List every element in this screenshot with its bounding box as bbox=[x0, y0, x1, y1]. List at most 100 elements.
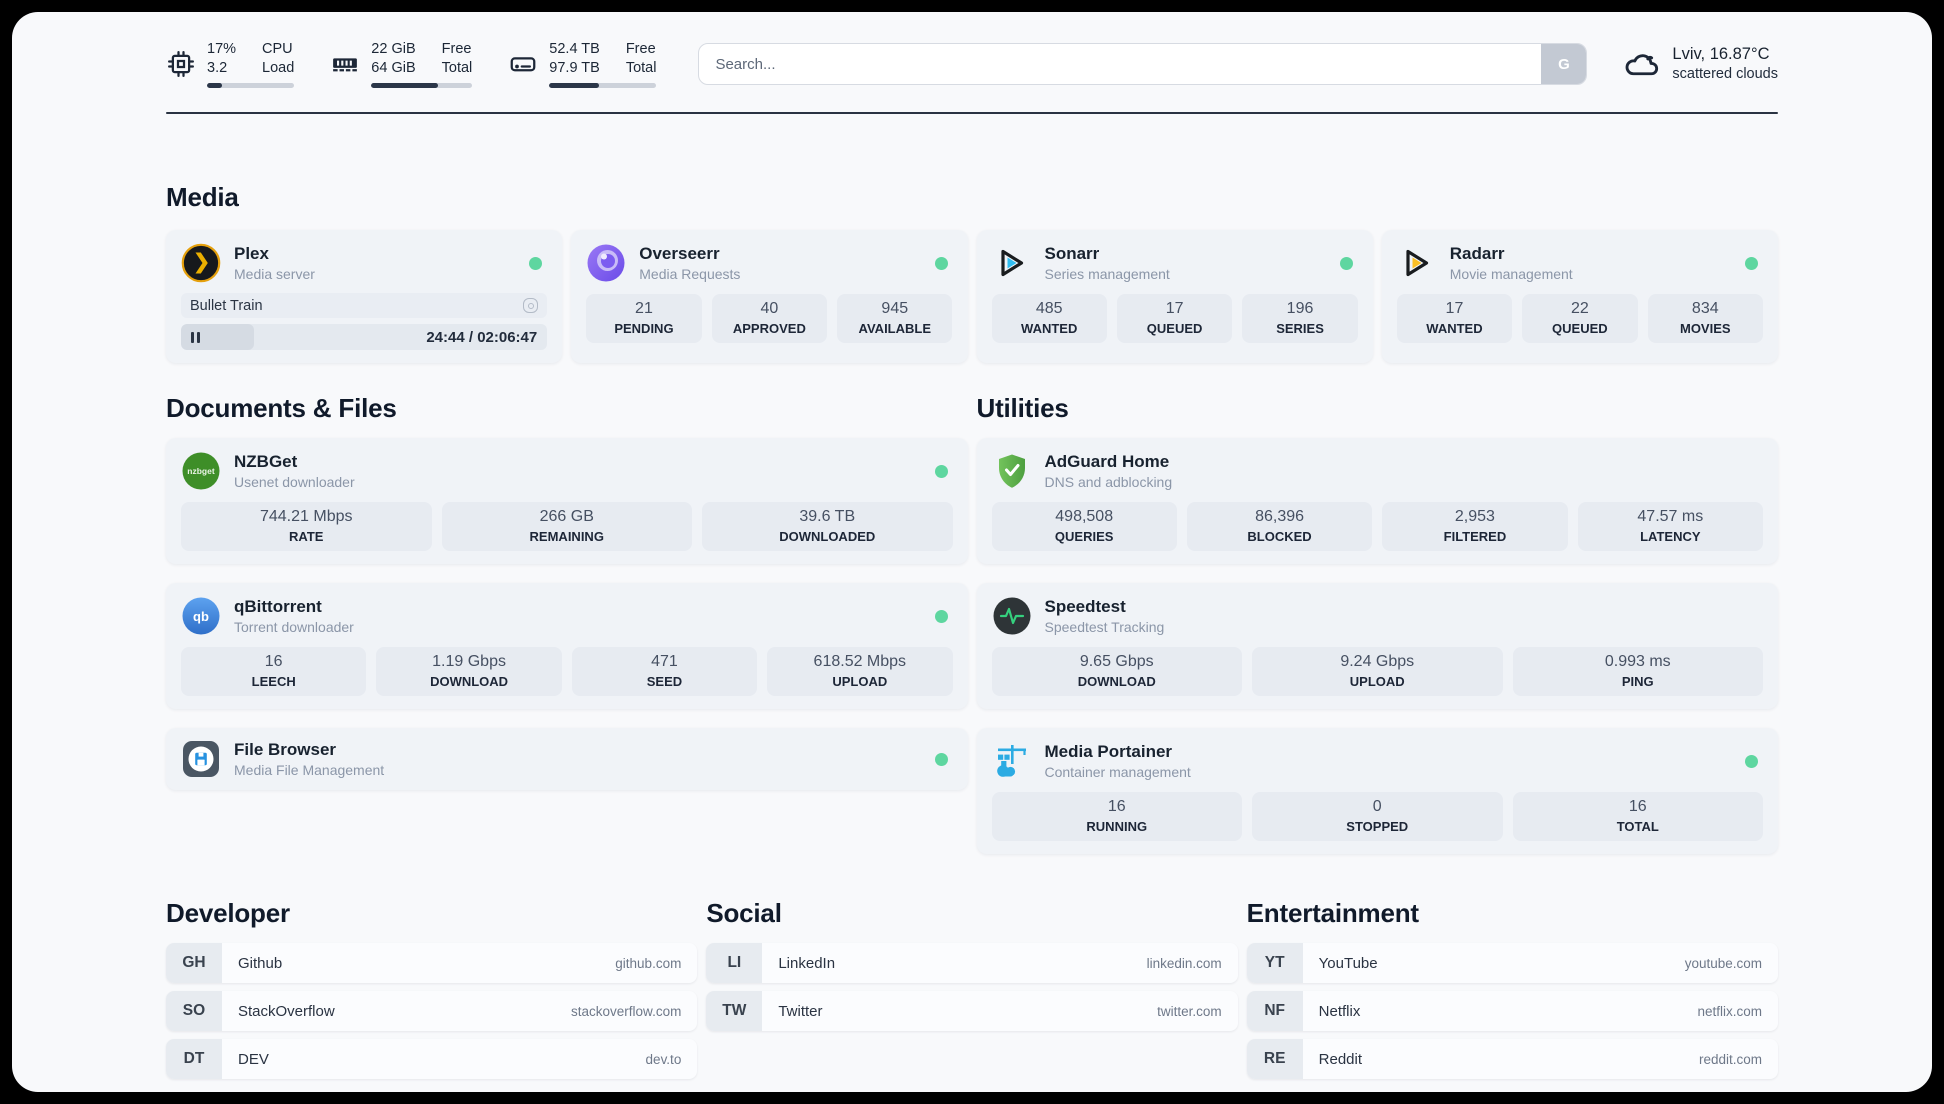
bookmark-name: Github bbox=[238, 954, 283, 972]
app-description: Usenet downloader bbox=[234, 474, 355, 490]
stat-running: 16 RUNNING bbox=[991, 792, 1242, 841]
bookmark-name: YouTube bbox=[1318, 954, 1378, 972]
documents-section-title: Documents & Files bbox=[166, 393, 397, 423]
stat-downloaded: 39.6 TB DOWNLOADED bbox=[702, 502, 953, 551]
memory-progress-bar bbox=[371, 83, 473, 88]
stat-upload: 9.24 Gbps UPLOAD bbox=[1252, 647, 1503, 696]
cpu-usage-label: CPU bbox=[262, 41, 293, 57]
qbittorrent-icon: qb bbox=[181, 596, 221, 636]
disk-free-label: Free bbox=[625, 41, 656, 57]
cpu-stat: 17% 3.2 CPU Load bbox=[166, 40, 295, 88]
bookmark-youtube[interactable]: YT YouTube youtube.com bbox=[1246, 943, 1778, 983]
stat-pending: 21 PENDING bbox=[586, 294, 702, 343]
portainer-icon bbox=[992, 741, 1032, 781]
stat-download: 1.19 Gbps DOWNLOAD bbox=[376, 647, 562, 696]
app-card-overseerr[interactable]: Overseerr Media Requests 21 PENDING 40 A… bbox=[571, 230, 968, 363]
bookmark-name: Reddit bbox=[1318, 1050, 1363, 1068]
cpu-icon bbox=[166, 49, 196, 79]
disk-free-value: 52.4 TB bbox=[549, 41, 600, 57]
app-description: Container management bbox=[1044, 764, 1191, 780]
app-card-adguard[interactable]: AdGuard Home DNS and adblocking 498,508 … bbox=[976, 438, 1778, 564]
cpu-load-label: Load bbox=[262, 60, 295, 76]
bookmark-reddit[interactable]: RE Reddit reddit.com bbox=[1246, 1039, 1778, 1079]
weather-summary: Lviv, 16.87°C bbox=[1672, 45, 1770, 63]
bookmark-abbr: YT bbox=[1246, 943, 1303, 983]
app-card-filebrowser[interactable]: File Browser Media File Management bbox=[166, 728, 968, 790]
stat-available: 945 AVAILABLE bbox=[837, 294, 953, 343]
search-bar: G bbox=[698, 43, 1588, 85]
stat-filtered: 2,953 FILTERED bbox=[1382, 502, 1568, 551]
stat-wanted: 17 WANTED bbox=[1396, 294, 1513, 343]
bookmark-abbr: TW bbox=[706, 991, 763, 1031]
memory-free-value: 22 GiB bbox=[371, 41, 416, 57]
pause-icon bbox=[191, 331, 200, 343]
app-description: Media File Management bbox=[234, 762, 385, 778]
bookmark-twitter[interactable]: TW Twitter twitter.com bbox=[706, 991, 1238, 1031]
bookmark-url: netflix.com bbox=[1697, 1003, 1762, 1019]
memory-free-label: Free bbox=[441, 41, 472, 57]
section-utilities: Utilities AdGuard Home DNS and adblockin… bbox=[976, 393, 1778, 854]
search-button[interactable]: G bbox=[1541, 44, 1587, 84]
app-card-qbittorrent[interactable]: qb qBittorrent Torrent downloader 16 LEE… bbox=[166, 583, 968, 709]
entertainment-section-title: Entertainment bbox=[1246, 898, 1419, 928]
bookmark-stackoverflow[interactable]: SO StackOverflow stackoverflow.com bbox=[166, 991, 698, 1031]
bookmark-name: StackOverflow bbox=[238, 1002, 335, 1020]
app-description: Series management bbox=[1044, 266, 1170, 282]
stat-total: 16 TOTAL bbox=[1512, 792, 1763, 841]
system-stats: 17% 3.2 CPU Load 22 GiB 64 GiB Free Tota… bbox=[166, 40, 657, 88]
disk-total-label: Total bbox=[625, 60, 657, 76]
app-card-speedtest[interactable]: Speedtest Speedtest Tracking 9.65 Gbps D… bbox=[976, 583, 1778, 709]
bookmark-url: github.com bbox=[615, 955, 682, 971]
header-divider bbox=[166, 112, 1778, 114]
app-name: Radarr bbox=[1449, 244, 1505, 263]
bookmark-github[interactable]: GH Github github.com bbox=[166, 943, 698, 983]
app-description: Media Requests bbox=[639, 266, 741, 282]
app-card-nzbget[interactable]: nzbget NZBGet Usenet downloader 744.21 M… bbox=[166, 438, 968, 564]
bookmark-abbr: SO bbox=[166, 991, 222, 1031]
stat-seed: 471 SEED bbox=[571, 647, 758, 696]
app-name: Speedtest bbox=[1044, 597, 1126, 616]
bookmark-url: twitter.com bbox=[1157, 1003, 1222, 1019]
now-playing-title: Bullet Train bbox=[190, 297, 263, 314]
playback-time: 24:44 / 02:06:47 bbox=[426, 328, 538, 346]
search-input[interactable] bbox=[698, 43, 1588, 85]
status-dot bbox=[529, 256, 543, 270]
status-dot bbox=[934, 752, 948, 766]
app-description: Speedtest Tracking bbox=[1044, 619, 1165, 635]
bookmark-linkedin[interactable]: LI LinkedIn linkedin.com bbox=[706, 943, 1238, 983]
app-name: qBittorrent bbox=[234, 597, 322, 616]
section-media: Media Plex Media server Bullet Train 24:… bbox=[166, 182, 1778, 363]
playback-progress-bar: 24:44 / 02:06:47 bbox=[181, 324, 548, 350]
stat-stopped: 0 STOPPED bbox=[1252, 792, 1503, 841]
app-name: Media Portainer bbox=[1044, 742, 1173, 761]
stat-queries: 498,508 QUERIES bbox=[991, 502, 1177, 551]
stat-rate: 744.21 Mbps RATE bbox=[181, 502, 432, 551]
bookmark-abbr: LI bbox=[706, 943, 763, 983]
stat-ping: 0.993 ms PING bbox=[1512, 647, 1763, 696]
status-dot bbox=[1745, 754, 1758, 768]
adguard-icon bbox=[992, 451, 1032, 491]
status-dot bbox=[934, 256, 948, 270]
app-card-radarr[interactable]: Radarr Movie management 17 WANTED 22 QUE… bbox=[1381, 230, 1778, 363]
memory-stat: 22 GiB 64 GiB Free Total bbox=[330, 40, 473, 88]
app-card-sonarr[interactable]: Sonarr Series management 485 WANTED 17 Q… bbox=[976, 230, 1373, 363]
cloud-icon bbox=[1623, 46, 1659, 82]
bookmark-dev[interactable]: DT DEV dev.to bbox=[166, 1039, 698, 1079]
top-bar: 17% 3.2 CPU Load 22 GiB 64 GiB Free Tota… bbox=[166, 12, 1778, 88]
status-dot bbox=[934, 609, 948, 623]
developer-section-title: Developer bbox=[166, 898, 290, 928]
social-section-title: Social bbox=[706, 898, 782, 928]
stat-blocked: 86,396 BLOCKED bbox=[1186, 502, 1373, 551]
app-card-portainer[interactable]: Media Portainer Container management 16 … bbox=[976, 728, 1778, 854]
stat-queued: 22 QUEUED bbox=[1522, 294, 1638, 343]
app-card-plex[interactable]: Plex Media server Bullet Train 24:44 / 0… bbox=[166, 230, 563, 363]
bookmark-netflix[interactable]: NF Netflix netflix.com bbox=[1246, 991, 1778, 1031]
svg-text:nzbget: nzbget bbox=[187, 466, 215, 476]
section-developer: Developer GH Github github.com SO StackO… bbox=[166, 898, 698, 1079]
bookmark-url: youtube.com bbox=[1684, 955, 1762, 971]
svg-text:qb: qb bbox=[193, 609, 209, 624]
bookmark-url: reddit.com bbox=[1698, 1051, 1762, 1067]
weather-condition: scattered clouds bbox=[1672, 66, 1778, 82]
app-description: Media server bbox=[234, 266, 315, 282]
disk-stat: 52.4 TB 97.9 TB Free Total bbox=[508, 40, 657, 88]
